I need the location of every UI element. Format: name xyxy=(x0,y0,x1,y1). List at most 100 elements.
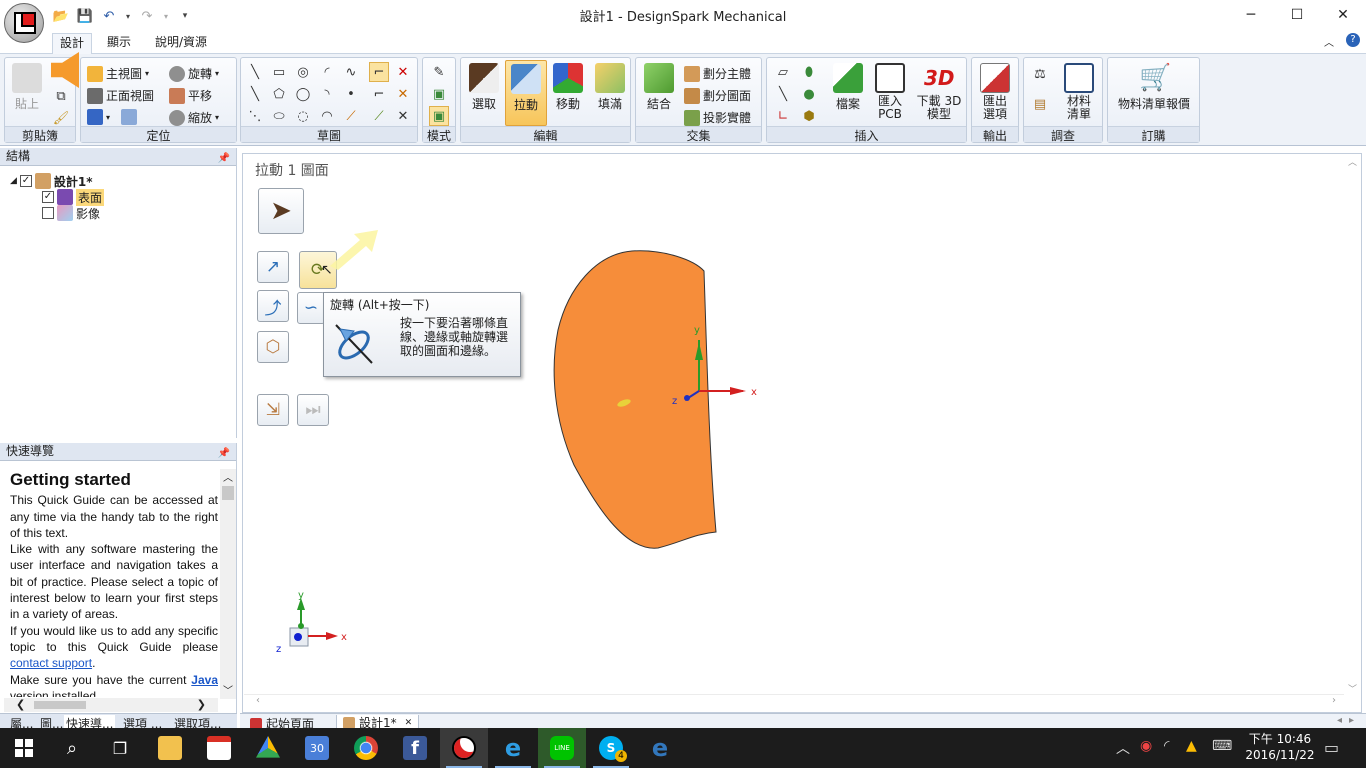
sweep-arc-icon[interactable]: ◠ xyxy=(317,106,337,126)
taskbar-designspark[interactable] xyxy=(440,728,488,768)
origin-icon[interactable]: ∟ xyxy=(773,106,793,126)
help-icon[interactable]: ? xyxy=(1346,33,1360,47)
taskbar-line[interactable]: LINE xyxy=(538,728,586,768)
tree-item-surface[interactable]: ✓ 表面 xyxy=(42,188,105,206)
scroll-right-icon[interactable]: ❯ xyxy=(197,698,206,711)
design-canvas[interactable] xyxy=(242,153,1362,713)
shell-icon[interactable]: ⬢ xyxy=(799,106,819,126)
scroll-down-icon[interactable]: ﹀ xyxy=(220,682,236,697)
select-button[interactable]: 選取 xyxy=(463,60,505,126)
line-tool-icon[interactable]: ╲ xyxy=(245,62,265,82)
action-center-icon[interactable]: ▭ xyxy=(1324,738,1339,757)
taskbar-facebook[interactable]: f xyxy=(391,728,439,768)
customize-qat-icon[interactable]: ▾ xyxy=(176,7,194,25)
scroll-left-icon[interactable]: ❮ xyxy=(16,698,25,711)
save-icon[interactable]: 💾 xyxy=(76,7,94,25)
canvas-vertical-scrollbar[interactable]: ︿ ﹀ xyxy=(1345,155,1360,695)
google-drive-tray-icon[interactable]: ▲ xyxy=(1186,738,1197,754)
spline-tool-icon[interactable]: ∿ xyxy=(341,62,361,82)
scroll-thumb[interactable] xyxy=(34,701,86,709)
undo-icon[interactable]: ↶ xyxy=(100,7,118,25)
measure-icon[interactable]: ⚖ xyxy=(1030,64,1050,84)
rectangle-tool-icon[interactable]: ▭ xyxy=(269,62,289,82)
cylinder-icon[interactable]: ⬮ xyxy=(799,62,819,82)
mass-icon[interactable]: ▤ xyxy=(1030,94,1050,114)
download-3d-model-button[interactable]: 3D 下載 3D 模型 xyxy=(913,60,965,126)
three-point-circle-icon[interactable]: ◯ xyxy=(293,84,313,104)
three-point-arc-icon[interactable]: ◝ xyxy=(317,84,337,104)
trim-tool-icon[interactable]: ⌐ xyxy=(369,62,389,82)
split-face-button[interactable]: 劃分圖面 xyxy=(684,87,751,104)
arc-tool-icon[interactable]: ◜ xyxy=(317,62,337,82)
view-cube-button[interactable]: ▾ xyxy=(87,109,138,125)
sketch-mode-icon[interactable]: ✎ xyxy=(429,62,449,82)
3d-mode-icon[interactable]: ▣ xyxy=(429,106,449,126)
pin-icon[interactable]: 📌 xyxy=(218,150,230,167)
minimize-button[interactable]: ─ xyxy=(1228,0,1274,30)
quick-guide-horizontal-scrollbar[interactable]: ❮ ❯ xyxy=(4,698,218,712)
spin-button[interactable]: 旋轉 ▾ xyxy=(169,65,219,82)
taskbar-chrome[interactable] xyxy=(342,728,390,768)
ellipse-tool-icon[interactable]: ⬭ xyxy=(269,106,289,126)
pull-direction-guide[interactable]: ↗ xyxy=(257,251,289,283)
pan-button[interactable]: 平移 xyxy=(169,87,212,104)
point-tool-icon[interactable]: • xyxy=(341,84,361,104)
tab-design[interactable]: 設計 xyxy=(52,33,93,54)
zoom-button[interactable]: 縮放 ▾ xyxy=(169,109,219,126)
sweep-guide-button[interactable]: ⤴ xyxy=(257,290,289,322)
draft-guide-button[interactable]: ∽ xyxy=(297,292,325,324)
fillet-tool-icon[interactable]: ◌ xyxy=(293,106,313,126)
pull-button[interactable]: 拉動 xyxy=(505,60,547,126)
maximize-button[interactable]: ☐ xyxy=(1274,0,1320,30)
minimize-ribbon-icon[interactable]: ︿ xyxy=(1324,34,1334,49)
split-line-icon[interactable]: ✕ xyxy=(393,106,413,126)
plane-icon[interactable]: ▱ xyxy=(773,62,793,82)
sphere-icon[interactable]: ● xyxy=(799,84,819,104)
tree-item-image[interactable]: 影像 xyxy=(42,205,100,221)
move-button[interactable]: 移動 xyxy=(547,60,589,126)
taskbar-edge[interactable]: e xyxy=(636,728,684,768)
tree-item-design[interactable]: ◢ ✓ 設計1* xyxy=(10,173,93,189)
redo-dropdown-icon[interactable]: ▾ xyxy=(162,7,170,25)
tab-help-resources[interactable]: 說明/資源 xyxy=(148,33,214,54)
import-pcb-button[interactable]: 匯入 PCB xyxy=(869,60,911,126)
taskbar-internet-explorer[interactable]: e xyxy=(489,728,537,768)
bom-quote-button[interactable]: 🛒 物料清單報價 xyxy=(1112,60,1196,126)
copy-icon[interactable]: ⧉ xyxy=(51,86,71,106)
scroll-up-icon[interactable]: ︿ xyxy=(220,469,236,484)
taskbar-calendar[interactable]: 30 xyxy=(293,728,341,768)
paste-button[interactable]: 貼上 xyxy=(7,60,47,126)
taskbar-gmail[interactable] xyxy=(195,728,243,768)
system-clock[interactable]: 下午 10:46 2016/11/22 xyxy=(1242,731,1318,763)
tab-scroll-left-icon[interactable]: ◂ xyxy=(1337,715,1342,726)
axis-icon[interactable]: ╲ xyxy=(773,84,793,104)
keyboard-tray-icon[interactable]: ⌨ xyxy=(1212,738,1232,754)
antivirus-tray-icon[interactable]: ◉ xyxy=(1140,738,1152,754)
project-button[interactable]: 投影實體 xyxy=(684,109,751,126)
delete-tool-icon[interactable]: ✕ xyxy=(393,62,413,82)
select-guide-button[interactable]: ➤ xyxy=(258,188,304,234)
insert-file-button[interactable]: 檔案 xyxy=(827,60,869,126)
start-button[interactable] xyxy=(0,728,48,768)
task-view-button[interactable]: ❐ xyxy=(96,728,144,768)
close-button[interactable]: ✕ xyxy=(1320,0,1366,30)
undo-dropdown-icon[interactable]: ▾ xyxy=(124,7,132,25)
split-body-button[interactable]: 劃分主體 xyxy=(684,65,751,82)
open-icon[interactable]: 📂 xyxy=(52,7,70,25)
tab-display[interactable]: 顯示 xyxy=(100,33,138,54)
contact-support-link[interactable]: contact support xyxy=(10,656,92,670)
scroll-up-icon[interactable]: ︿ xyxy=(1345,155,1360,168)
pin-icon[interactable]: 📌 xyxy=(218,445,230,462)
circle-tool-icon[interactable]: ◎ xyxy=(293,62,313,82)
project-to-sketch-icon[interactable]: ⟋ xyxy=(341,106,361,126)
export-options-button[interactable]: 匯出 選項 xyxy=(974,60,1016,126)
scroll-thumb[interactable] xyxy=(222,486,234,500)
app-menu-button[interactable] xyxy=(4,3,44,43)
fill-button[interactable]: 填滿 xyxy=(589,60,631,126)
taskbar-skype[interactable]: S4 xyxy=(587,728,635,768)
taskbar-google-drive[interactable] xyxy=(244,728,292,768)
plan-view-button[interactable]: 正面視圖 xyxy=(87,87,154,104)
blend-guide-button[interactable]: ⬡ xyxy=(257,331,289,363)
show-hidden-icons[interactable]: ︿ xyxy=(1116,738,1130,758)
tangent-line-tool-icon[interactable]: ╲ xyxy=(245,84,265,104)
